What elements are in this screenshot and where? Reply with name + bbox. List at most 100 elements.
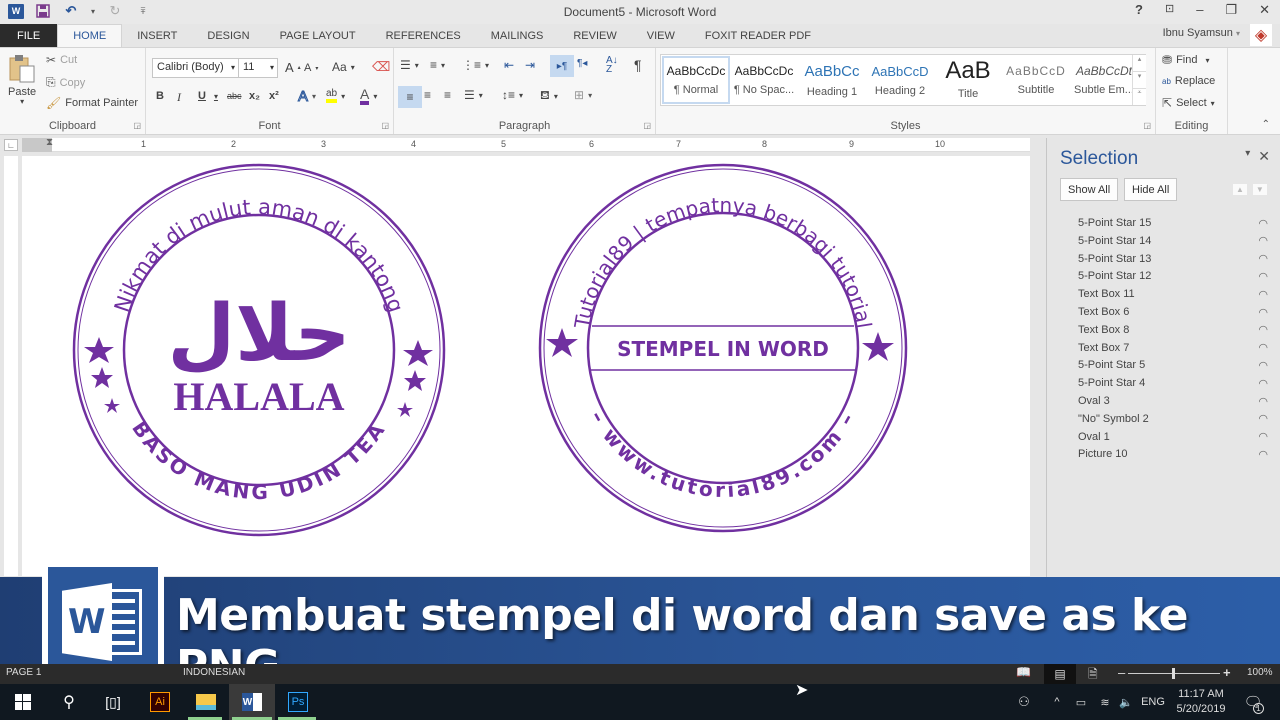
hide-all-button[interactable]: Hide All [1124,178,1178,201]
visibility-eye-icon[interactable]: ◠ [1258,217,1268,230]
dialog-launcher-icon[interactable]: ◲ [643,121,651,130]
document-page[interactable]: Nikmat di mulut aman di kantong BASO MAN… [22,156,1030,576]
replace-button[interactable]: ab Replace [1162,75,1215,87]
vertical-ruler[interactable] [4,156,18,576]
zoom-in-icon[interactable]: + [1223,665,1231,680]
tab-mailings[interactable]: MAILINGS [476,24,559,47]
bring-forward-icon[interactable]: ▲ [1233,184,1247,195]
visibility-eye-icon[interactable]: ◠ [1258,306,1268,319]
selection-list-item[interactable]: 5-Point Star 12 ◠ [1078,267,1268,285]
action-center-icon[interactable]: 🗨 1 [1238,684,1268,720]
dialog-launcher-icon[interactable]: ◲ [133,121,141,130]
font-name-select[interactable]: Calibri (Body) ▾ [152,58,239,78]
show-hidden-icons[interactable]: ^ [1048,684,1066,720]
scroll-up-icon[interactable]: ▴ [1133,55,1146,71]
tab-references[interactable]: REFERENCES [371,24,476,47]
style-subtitle[interactable]: AaBbCcD Subtitle [1002,56,1070,104]
style-no-spacing[interactable]: AaBbCcDc ¶ No Spac... [730,56,798,104]
search-button[interactable]: ⚲ [46,684,92,720]
underline-button[interactable]: U ▾ [198,90,218,102]
selection-list-item[interactable]: Text Box 11 ◠ [1078,285,1268,303]
tab-view[interactable]: VIEW [632,24,690,47]
collapse-ribbon-icon[interactable]: ⌃ [1262,119,1270,130]
close-icon[interactable]: ✕ [1259,2,1270,18]
selection-list-item[interactable]: 5-Point Star 14 ◠ [1078,232,1268,250]
star-icon[interactable] [84,337,114,363]
tab-insert[interactable]: INSERT [122,24,192,47]
star-icon[interactable] [862,332,894,361]
restore-icon[interactable]: ❐ [1225,2,1237,18]
shading-button[interactable]: ⛾ ▾ [540,88,558,104]
cut-button[interactable]: ✂ Cut [46,53,77,67]
shrink-font-button[interactable]: A ▾ [304,62,318,74]
tab-page-layout[interactable]: PAGE LAYOUT [265,24,371,47]
visibility-eye-icon[interactable]: ◠ [1258,288,1268,301]
star-icon[interactable] [403,340,433,366]
change-case-button[interactable]: Aa ▾ [332,60,355,74]
star-icon[interactable] [91,367,113,388]
decrease-indent-button[interactable]: ⇤ [504,58,514,72]
print-layout-icon[interactable]: ▤ [1044,664,1076,684]
visibility-eye-icon[interactable]: ◠ [1258,341,1268,354]
font-color-button[interactable]: A ▾ [360,87,377,105]
sort-button[interactable]: A↓ Z [606,56,618,75]
minimize-icon[interactable]: – [1196,2,1203,18]
subscript-button[interactable]: x₂ [249,90,260,102]
style-heading-2[interactable]: AaBbCcD Heading 2 [866,56,934,104]
find-button[interactable]: ⛃ Find ▾ [1162,53,1209,67]
bullets-button[interactable]: ☰ ▾ [400,58,419,72]
help-icon[interactable]: ? [1135,2,1143,18]
visibility-eye-icon[interactable]: ◠ [1258,234,1268,247]
font-size-select[interactable]: 11 ▾ [238,58,278,78]
visibility-eye-icon[interactable]: ◠ [1258,359,1268,372]
tab-file[interactable]: FILE [0,24,58,47]
text-effects-button[interactable]: A ▾ [297,88,316,106]
visibility-eye-icon[interactable]: ◠ [1258,412,1268,425]
numbering-button[interactable]: ≡ ▾ [430,58,445,72]
halal-stamp[interactable]: Nikmat di mulut aman di kantong BASO MAN… [70,160,448,540]
center-button[interactable]: ≡ [424,88,431,102]
battery-icon[interactable]: ▭ [1070,684,1092,720]
tutorial89-stamp[interactable]: Tutorial89 | tempatnya berbagi tutorial … [536,160,910,536]
people-icon[interactable]: ⚇ [1012,684,1036,720]
selection-list-item[interactable]: Text Box 6 ◠ [1078,303,1268,321]
web-layout-icon[interactable]: 🗎 [1088,665,1098,686]
tab-review[interactable]: REVIEW [558,24,631,47]
zoom-slider-thumb[interactable] [1172,668,1175,679]
style-normal[interactable]: AaBbCcDc ¶ Normal [662,56,730,104]
scroll-down-icon[interactable]: ▾ [1133,71,1146,88]
selection-list-item[interactable]: Picture 10 ◠ [1078,445,1268,463]
visibility-eye-icon[interactable]: ◠ [1258,323,1268,336]
read-mode-icon[interactable]: 📖 [1016,665,1031,679]
pane-options-icon[interactable]: ▾ [1245,148,1250,165]
increase-indent-button[interactable]: ⇥ [525,58,535,72]
illustrator-app[interactable]: Ai [137,684,183,720]
visibility-eye-icon[interactable]: ◠ [1258,377,1268,390]
paste-button[interactable]: Paste ▾ [8,54,36,106]
send-backward-icon[interactable]: ▼ [1252,184,1267,195]
visibility-eye-icon[interactable]: ◠ [1258,430,1268,443]
wifi-icon[interactable]: ≋ [1094,684,1116,720]
photoshop-app[interactable]: Ps [275,684,321,720]
user-avatar[interactable]: ◈ [1250,24,1272,46]
language-indicator[interactable]: INDONESIAN [183,667,245,678]
borders-button[interactable]: ⊞ ▾ [574,88,592,102]
tab-foxit-reader-pdf[interactable]: FOXIT READER PDF [690,24,826,47]
selection-list-item[interactable]: 5-Point Star 15 ◠ [1078,214,1268,232]
file-explorer-app[interactable] [183,684,229,720]
ribbon-display-options-icon[interactable]: ⊡ [1165,2,1174,18]
grow-font-button[interactable]: A ▴ [285,60,301,75]
word-app[interactable]: W [229,684,275,720]
start-button[interactable] [0,684,46,720]
ltr-button[interactable]: ▸¶ [550,55,574,77]
selection-list-item[interactable]: 5-Point Star 4 ◠ [1078,374,1268,392]
copy-button[interactable]: ⎘ Copy [46,75,85,90]
visibility-eye-icon[interactable]: ◠ [1258,270,1268,283]
star-icon[interactable] [397,402,413,417]
line-spacing-button[interactable]: ↕≡ ▾ [502,88,523,102]
selection-list-item[interactable]: Text Box 8 ◠ [1078,321,1268,339]
page-indicator[interactable]: PAGE 1 [6,667,41,678]
multilevel-list-button[interactable]: ⋮≡ ▾ [462,58,489,72]
justify-button[interactable]: ☰ ▾ [464,88,483,102]
input-language[interactable]: ENG [1138,684,1168,720]
